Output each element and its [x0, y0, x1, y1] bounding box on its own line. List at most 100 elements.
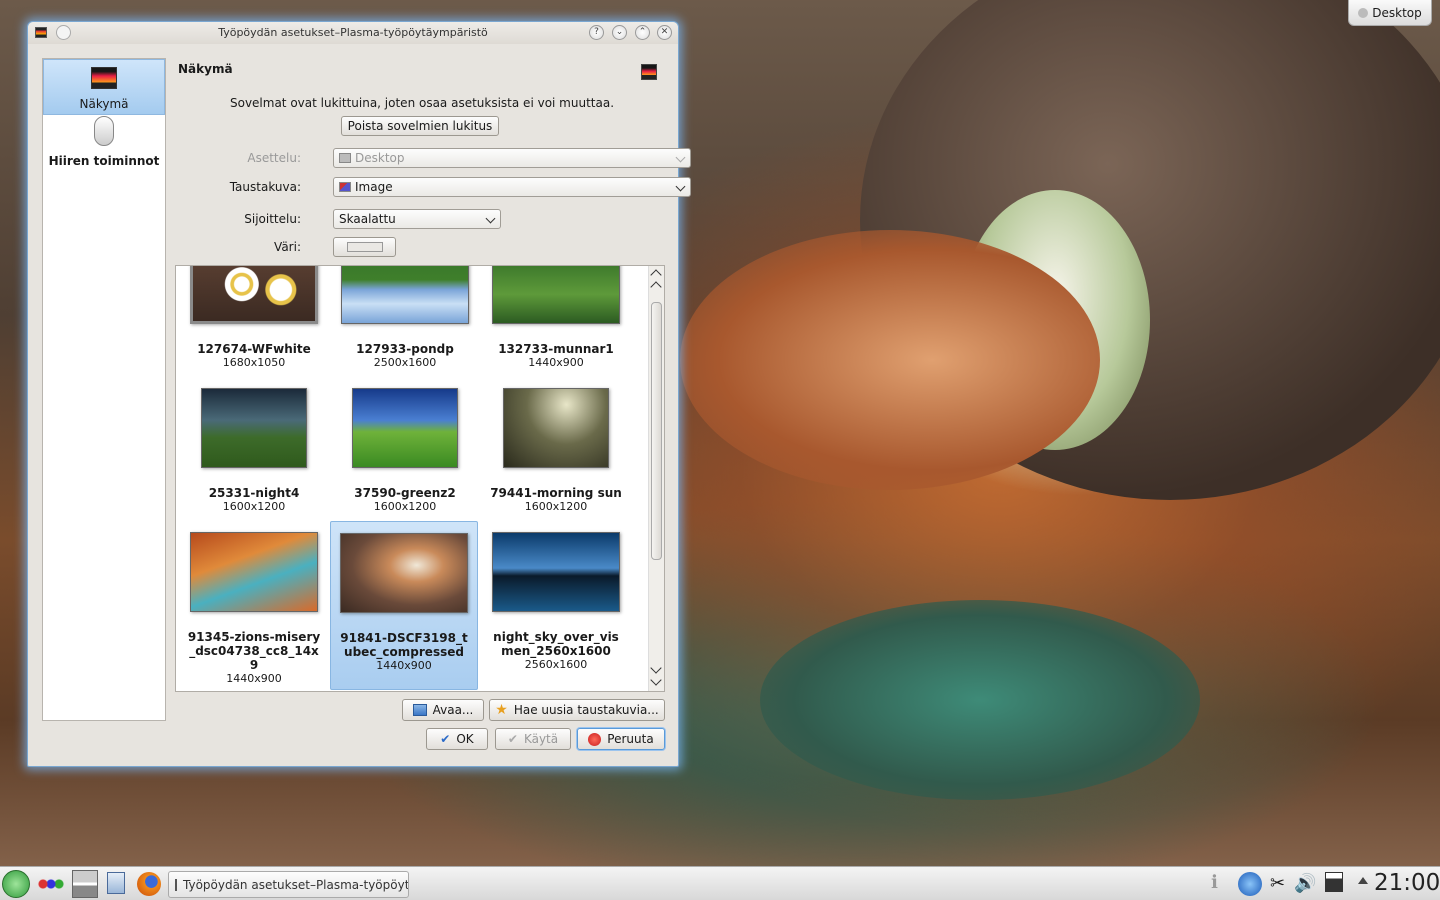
- positioning-label: Sijoittelu:: [244, 212, 301, 226]
- sidebar-item-mouse-actions[interactable]: Hiiren toiminnot: [43, 115, 165, 171]
- layout-value: Desktop: [355, 151, 405, 165]
- star-icon: ★: [495, 702, 508, 718]
- gallery-scrollbar[interactable]: [648, 266, 664, 691]
- maximize-button[interactable]: ⌃: [635, 25, 650, 40]
- sidebar-item-label: Näkymä: [79, 97, 129, 111]
- cancel-button[interactable]: Peruuta: [577, 728, 665, 750]
- wallpaper-type-select[interactable]: Image: [333, 177, 691, 197]
- chevron-down-icon: [675, 181, 686, 192]
- firefox-icon[interactable]: [137, 872, 161, 896]
- desktop-toolbox-button[interactable]: Desktop: [1348, 0, 1432, 26]
- clock[interactable]: 21:00: [1374, 870, 1440, 896]
- wallpaper-resolution: 1600x1200: [222, 500, 286, 513]
- wallpaper-type-value: Image: [355, 180, 393, 194]
- wallpaper-item[interactable]: 127933-pondp 2500x1600: [331, 266, 479, 370]
- task-settings-window[interactable]: Työpöydän asetukset–Plasma-työpöytä: [168, 871, 409, 898]
- color-picker-button[interactable]: [333, 237, 396, 257]
- wallpaper-name: 25331-night4: [208, 486, 300, 500]
- ok-button[interactable]: ✔ OK: [426, 728, 488, 750]
- wallpaper-resolution: 2500x1600: [373, 356, 437, 369]
- check-icon: ✔: [507, 732, 518, 746]
- device-notifier-icon[interactable]: [1325, 872, 1343, 892]
- wallpaper-name: 91345-zions-misery_dsc04738_cc8_14x9: [187, 630, 321, 672]
- wallpaper-name: 127674-WFwhite: [197, 342, 311, 356]
- wallpaper-resolution: 1440x900: [226, 672, 282, 685]
- task-app-icon: [175, 878, 177, 891]
- wallpaper-name: 79441-morning sun: [490, 486, 622, 500]
- pager-icon[interactable]: [72, 870, 98, 898]
- wallpaper-resolution: 1440x900: [528, 356, 584, 369]
- scroll-up-icon[interactable]: [650, 269, 662, 281]
- toolbox-icon: [1358, 7, 1369, 18]
- ok-label: OK: [456, 732, 474, 746]
- display-icon: [91, 67, 117, 89]
- info-icon[interactable]: ℹ: [1211, 872, 1227, 894]
- chevron-down-icon: [485, 213, 496, 224]
- window-title: Työpöydän asetukset–Plasma-työpöytäympär…: [218, 26, 488, 39]
- wallpaper-thumbnail: [190, 532, 318, 612]
- sidebar-item-label: Hiiren toiminnot: [48, 154, 160, 168]
- lock-message: Sovelmat ovat lukittuina, joten osaa ase…: [229, 96, 615, 110]
- minimize-button[interactable]: ⌄: [612, 25, 627, 40]
- show-hidden-icons-arrow[interactable]: [1358, 877, 1368, 884]
- color-swatch: [346, 242, 383, 252]
- desktop-settings-window: Työpöydän asetukset–Plasma-työpöytäympär…: [27, 21, 691, 767]
- wallpaper-item[interactable]: 91345-zions-misery_dsc04738_cc8_14x9 144…: [180, 532, 328, 686]
- wallpaper-item[interactable]: night_sky_over_vismen_2560x1600 2560x160…: [482, 532, 630, 672]
- wallpaper-thumbnail: [492, 532, 620, 612]
- wallpaper-resolution: 1600x1200: [524, 500, 588, 513]
- wallpaper-item[interactable]: 25331-night4 1600x1200: [180, 388, 328, 514]
- kickoff-menu-icon[interactable]: [2, 870, 30, 898]
- chevron-down-icon: [675, 152, 686, 163]
- settings-sidebar: Näkymä Hiiren toiminnot: [42, 58, 166, 721]
- get-new-wallpapers-button[interactable]: ★ Hae uusia taustakuvia...: [489, 699, 665, 721]
- wallpaper-item[interactable]: 37590-greenz2 1600x1200: [331, 388, 479, 514]
- wallpaper-item[interactable]: 127674-WFwhite 1680x1050: [180, 266, 328, 370]
- desktop-toolbox-label: Desktop: [1372, 5, 1422, 20]
- wallpaper-name: 37590-greenz2: [354, 486, 456, 500]
- close-button[interactable]: ✕: [657, 25, 672, 40]
- wallpaper-thumbnail: [201, 388, 307, 468]
- layout-label: Asettelu:: [247, 151, 301, 165]
- open-label: Avaa...: [432, 703, 474, 717]
- wallpaper-resolution: 1600x1200: [373, 500, 437, 513]
- wallpaper-resolution: 1440x900: [376, 659, 432, 672]
- scroll-up-icon[interactable]: [650, 281, 662, 293]
- klipper-scissors-icon[interactable]: ✂: [1270, 872, 1285, 896]
- volume-icon[interactable]: 🔊: [1294, 872, 1316, 896]
- get-new-label: Hae uusia taustakuvia...: [513, 703, 659, 717]
- image-icon: [339, 182, 351, 192]
- section-display-icon: [641, 64, 657, 80]
- wallpaper-resolution: 2560x1600: [524, 658, 588, 671]
- unlock-widgets-button[interactable]: Poista sovelmien lukitus: [341, 116, 499, 136]
- apply-label: Käytä: [523, 732, 559, 746]
- wallpaper-item[interactable]: 79441-morning sun 1600x1200: [482, 388, 630, 514]
- sidebar-item-view[interactable]: Näkymä: [43, 59, 165, 115]
- wallpaper-item[interactable]: 132733-munnar1 1440x900: [482, 266, 630, 370]
- task-label: Työpöydän asetukset–Plasma-työpöytä: [183, 877, 409, 892]
- wallpaper-item-selected[interactable]: 91841-DSCF3198_tubec_compressed 1440x900: [330, 521, 478, 690]
- file-manager-icon[interactable]: [107, 872, 125, 894]
- positioning-select[interactable]: Skaalattu: [333, 209, 501, 229]
- taskbar: Työpöydän asetukset–Plasma-työpöytä ℹ ✂ …: [0, 866, 1440, 900]
- wallpaper-thumbnail: [352, 388, 458, 468]
- section-title: Näkymä: [178, 62, 233, 76]
- scroll-down-icon[interactable]: [650, 662, 662, 674]
- check-icon: ✔: [440, 732, 451, 746]
- wallpaper-thumbnail: [503, 388, 609, 468]
- wallpaper-pool: [760, 600, 1200, 800]
- wallpaper-name: night_sky_over_vismen_2560x1600: [493, 630, 619, 658]
- wallpaper-name: 132733-munnar1: [498, 342, 614, 356]
- wallpaper-label: Taustakuva:: [229, 180, 301, 194]
- network-icon[interactable]: [1238, 872, 1262, 896]
- wallpaper-name: 91841-DSCF3198_tubec_compressed: [340, 631, 468, 659]
- window-titlebar[interactable]: Työpöydän asetukset–Plasma-työpöytäympär…: [28, 22, 678, 44]
- wallpaper-gallery[interactable]: 127674-WFwhite 1680x1050 127933-pondp 25…: [175, 265, 665, 692]
- wallpaper-thumbnail: [340, 533, 468, 613]
- help-button[interactable]: ?: [589, 25, 604, 40]
- scrollbar-thumb[interactable]: [651, 302, 662, 560]
- open-button[interactable]: Avaa...: [402, 699, 484, 721]
- scroll-down-icon[interactable]: [650, 674, 662, 686]
- wallpaper-thumbnail: [492, 266, 620, 324]
- activities-icon[interactable]: [38, 879, 64, 889]
